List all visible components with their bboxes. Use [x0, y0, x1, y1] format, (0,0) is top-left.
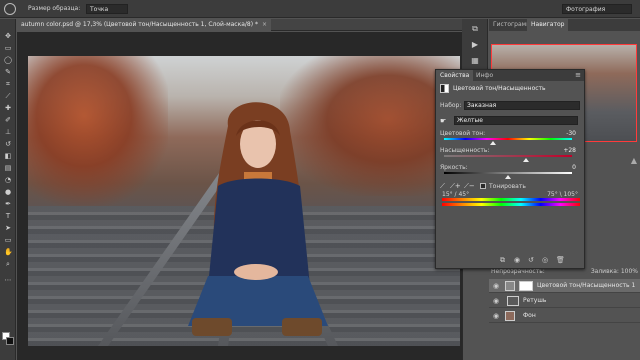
fill-label[interactable]: Заливка: 100%: [591, 268, 638, 275]
input-hue-bar[interactable]: [442, 198, 580, 201]
eyedropper-icon[interactable]: ⟋: [440, 182, 445, 191]
stamp-tool-icon[interactable]: ⊥: [4, 129, 12, 136]
document-tabbar: autumn color.psd @ 17,3% (Цветовой тон/Н…: [17, 19, 462, 31]
autumn-foliage-left: [28, 56, 168, 206]
navigator-tabs: Гистограмма Навигатор: [489, 19, 640, 31]
swatches-panel-icon[interactable]: ▦: [470, 57, 480, 65]
layer-row[interactable]: ◉ Ретушь: [489, 294, 640, 308]
hue-label: Цветовой тон:: [440, 130, 486, 137]
lightness-slider-thumb[interactable]: [505, 175, 511, 179]
document-image[interactable]: [28, 56, 460, 346]
colorize-label: Тонировать: [489, 183, 526, 190]
eyedropper-tool-icon[interactable]: [4, 3, 16, 15]
path-select-tool-icon[interactable]: ➤: [4, 225, 12, 232]
blur-tool-icon[interactable]: ◔: [4, 177, 12, 184]
eyedropper-tool-icon[interactable]: ⟋: [4, 93, 12, 100]
properties-title-text: Цветовой тон/Насыщенность: [453, 85, 546, 92]
toggle-visibility-icon[interactable]: ◎: [542, 256, 548, 264]
saturation-label: Насыщенность:: [440, 147, 490, 154]
dodge-tool-icon[interactable]: ●: [4, 189, 12, 196]
crop-tool-icon[interactable]: ⌗: [4, 81, 12, 88]
edit-toolbar-icon[interactable]: ⋯: [4, 277, 12, 284]
properties-tabs: Свойства Инфо ≡: [436, 70, 584, 81]
preset-select[interactable]: Заказная: [464, 101, 580, 110]
woman-figure: [188, 102, 328, 336]
gradient-tool-icon[interactable]: ▤: [4, 165, 12, 172]
pen-tool-icon[interactable]: ✒: [4, 201, 12, 208]
shape-tool-icon[interactable]: ▭: [4, 237, 12, 244]
hue-slider-track[interactable]: [444, 138, 572, 140]
history-brush-tool-icon[interactable]: ↺: [4, 141, 12, 148]
hue-saturation-icon: [440, 84, 449, 93]
eyedropper-plus-icon[interactable]: ⟋+: [450, 182, 461, 191]
visibility-eye-icon[interactable]: ◉: [493, 282, 499, 290]
hand-tool-icon[interactable]: ✋: [4, 249, 13, 256]
tab-navigator[interactable]: Навигатор: [527, 19, 569, 31]
lightness-slider-track[interactable]: [444, 172, 572, 174]
properties-title: Цветовой тон/Насыщенность: [440, 84, 582, 94]
saturation-value[interactable]: +28: [563, 147, 576, 154]
workspace-select[interactable]: Фотография: [562, 4, 632, 14]
actions-panel-icon[interactable]: ▶: [470, 41, 480, 49]
range-degrees-right: 75° \ 105°: [547, 191, 578, 198]
close-tab-icon[interactable]: ×: [262, 21, 267, 28]
output-hue-bar: [442, 203, 580, 206]
reset-icon[interactable]: ↺: [528, 256, 534, 264]
quick-select-tool-icon[interactable]: ✎: [4, 69, 12, 76]
visibility-eye-icon[interactable]: ◉: [493, 297, 499, 305]
tab-properties[interactable]: Свойства: [436, 70, 474, 81]
tab-info[interactable]: Инфо: [472, 70, 497, 81]
sample-size-select[interactable]: Точка: [86, 4, 128, 14]
sample-size-label: Размер образца:: [28, 5, 81, 12]
healing-tool-icon[interactable]: ✚: [4, 105, 12, 112]
background-color-swatch[interactable]: [6, 337, 14, 345]
layer-name: Ретушь: [523, 297, 547, 304]
layer-row[interactable]: ◉ Цветовой тон/Насыщенность 1: [489, 279, 640, 293]
adjustment-layer-thumb: [505, 281, 515, 291]
photoshop-window: Размер образца: Точка Фотография ✥ ▭ ◯ ✎…: [0, 0, 640, 360]
lightness-value[interactable]: 0: [572, 164, 576, 171]
view-previous-icon[interactable]: ◉: [514, 256, 520, 264]
lightness-label: Яркость:: [440, 164, 468, 171]
clip-to-layer-icon[interactable]: ⧉: [500, 256, 505, 265]
zoom-tool-icon[interactable]: ⌕: [4, 261, 12, 268]
panel-menu-icon[interactable]: ≡: [575, 71, 581, 79]
hue-value[interactable]: -30: [566, 130, 576, 137]
targeted-adjustment-icon[interactable]: ☛: [440, 117, 448, 125]
document-tab-label: autumn color.psd @ 17,3% (Цветовой тон/Н…: [21, 21, 258, 28]
preset-label: Набор:: [440, 102, 462, 109]
document-tab[interactable]: autumn color.psd @ 17,3% (Цветовой тон/Н…: [17, 19, 271, 31]
history-panel-icon[interactable]: ⧉: [470, 25, 480, 33]
colorize-checkbox[interactable]: [480, 183, 486, 189]
opacity-label[interactable]: Непрозрачность:: [491, 268, 545, 275]
properties-panel: Свойства Инфо ≡ Цветовой тон/Насыщенност…: [435, 69, 585, 269]
marquee-tool-icon[interactable]: ▭: [4, 45, 12, 52]
text-tool-icon[interactable]: T: [4, 213, 12, 220]
background-layer-thumb: [505, 311, 515, 321]
folder-icon: [507, 296, 519, 306]
zoom-in-icon[interactable]: ▲: [631, 156, 637, 165]
layer-name: Цветовой тон/Насыщенность 1: [537, 282, 636, 289]
move-tool-icon[interactable]: ✥: [4, 33, 12, 40]
layer-row[interactable]: ◉ Фон: [489, 309, 640, 323]
visibility-eye-icon[interactable]: ◉: [493, 312, 499, 320]
preset-row: Набор: Заказная: [440, 101, 582, 111]
properties-footer: ⧉ ◉ ↺ ◎ 🗑: [440, 256, 582, 266]
saturation-slider-thumb[interactable]: [522, 158, 529, 162]
hue-slider-thumb[interactable]: [489, 141, 496, 145]
layer-mask-thumb[interactable]: [519, 281, 533, 291]
eyedropper-minus-icon[interactable]: ⟋−: [464, 182, 475, 191]
layer-name: Фон: [523, 312, 536, 319]
delete-icon[interactable]: 🗑: [556, 256, 565, 264]
tools-panel: ✥ ▭ ◯ ✎ ⌗ ⟋ ✚ ✐ ⊥ ↺ ◧ ▤ ◔ ● ✒ T ➤ ▭ ✋ ⌕ …: [0, 19, 16, 360]
channel-select[interactable]: Желтые: [454, 116, 578, 125]
lasso-tool-icon[interactable]: ◯: [4, 57, 12, 64]
range-degrees-left: 15° / 45°: [442, 191, 470, 198]
eraser-tool-icon[interactable]: ◧: [4, 153, 12, 160]
options-bar: Размер образца: Точка Фотография: [0, 0, 640, 18]
brush-tool-icon[interactable]: ✐: [4, 117, 12, 124]
saturation-slider-track[interactable]: [444, 155, 572, 157]
